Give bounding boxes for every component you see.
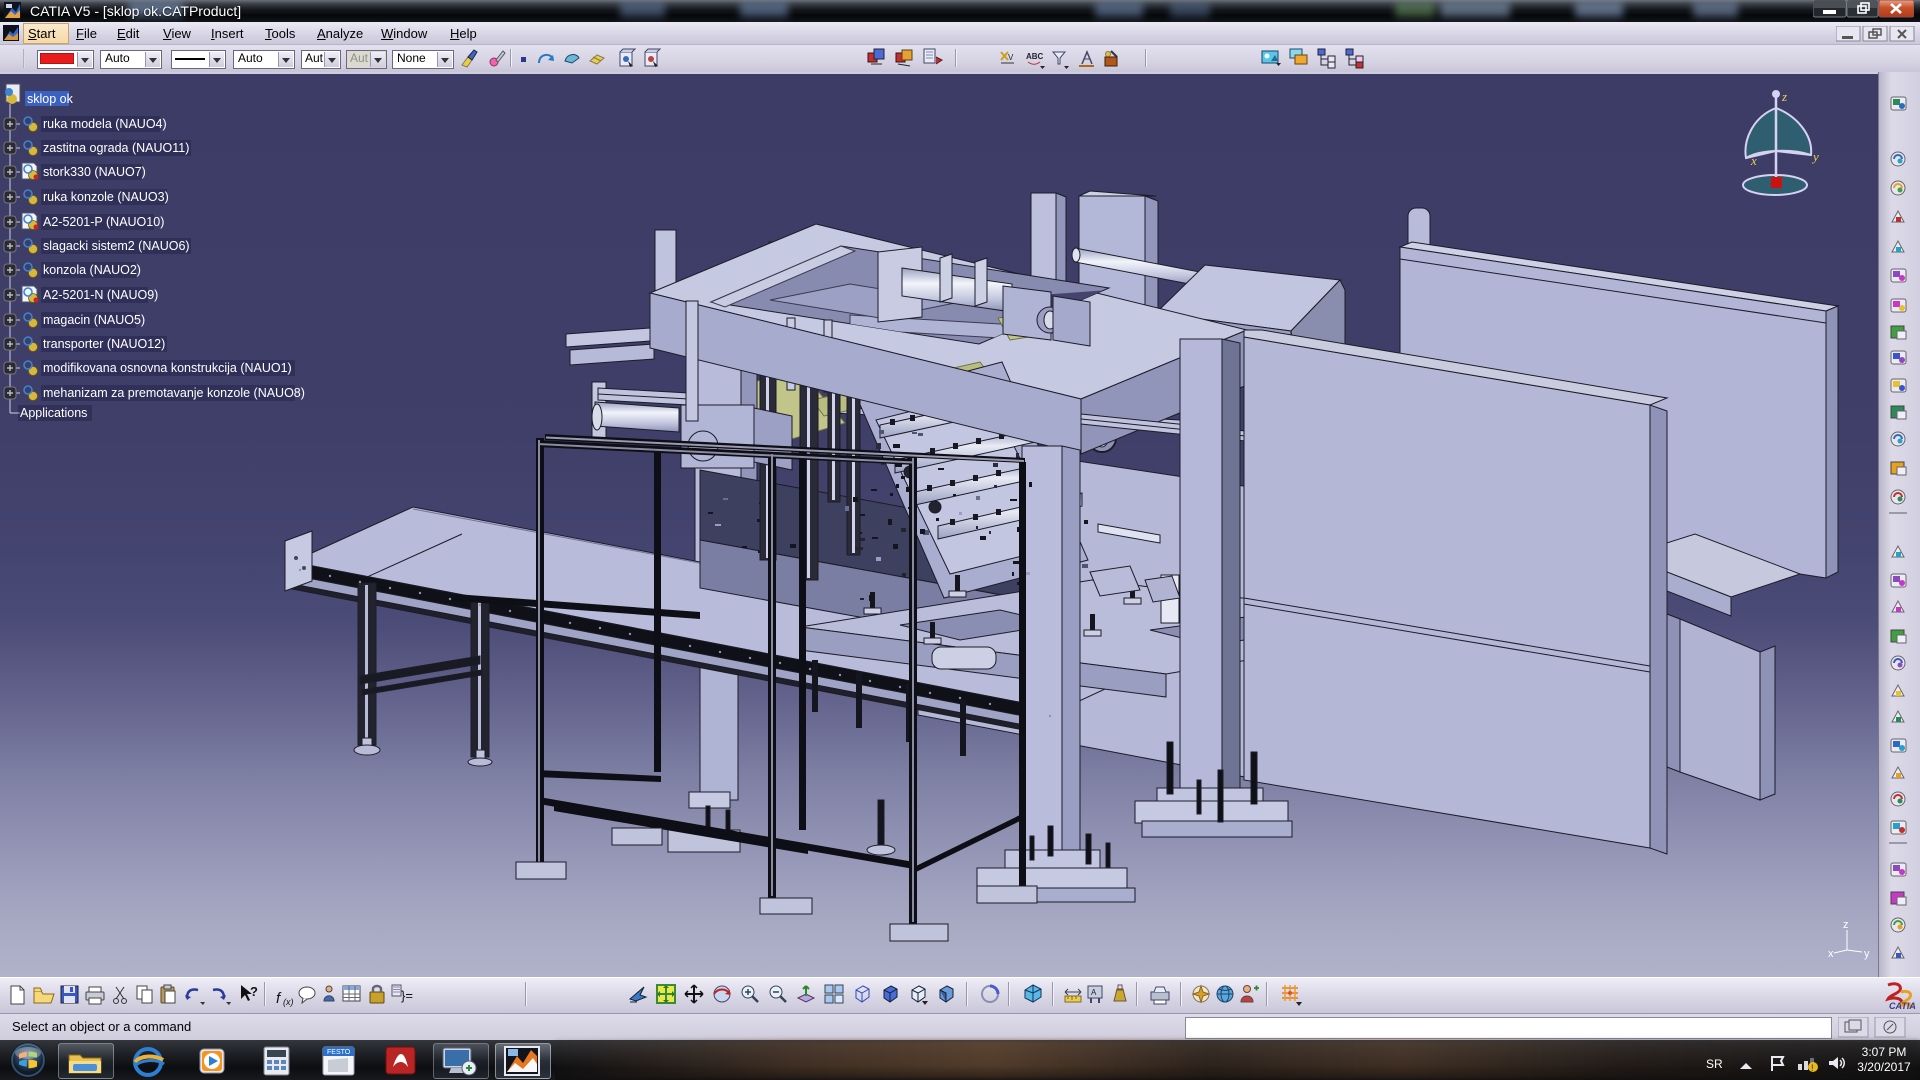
svg-text:y: y (1811, 149, 1819, 164)
svg-text:modifikovana osnovna konstrukc: modifikovana osnovna konstrukcija (NAUO1… (43, 361, 292, 375)
svg-text:transporter (NAUO12): transporter (NAUO12) (43, 337, 165, 351)
svg-text:y: y (1864, 948, 1870, 960)
svg-text:slagacki sistem2 (NAUO6): slagacki sistem2 (NAUO6) (43, 239, 190, 253)
svg-text:CATIA: CATIA (1889, 1001, 1916, 1011)
svg-text:x: x (1828, 948, 1834, 960)
svg-text:?: ? (250, 984, 258, 999)
svg-text:V: V (1008, 53, 1014, 62)
svg-text:z: z (1843, 919, 1849, 931)
svg-text:zastitna ograda (NAUO11): zastitna ograda (NAUO11) (43, 141, 189, 155)
svg-text:z: z (1781, 89, 1787, 104)
svg-text:ruka modela (NAUO4): ruka modela (NAUO4) (43, 117, 167, 131)
svg-text:konzola (NAUO2): konzola (NAUO2) (43, 263, 141, 277)
svg-text:x: x (1750, 153, 1757, 168)
svg-text:A: A (1091, 988, 1097, 997)
svg-text:stork330 (NAUO7): stork330 (NAUO7) (43, 165, 146, 179)
svg-text:ABC: ABC (1026, 52, 1044, 61)
svg-text:!: ! (1811, 1063, 1814, 1072)
svg-text:ruka konzole (NAUO3): ruka konzole (NAUO3) (43, 190, 169, 204)
svg-text:magacin (NAUO5): magacin (NAUO5) (43, 313, 145, 327)
svg-text:Applications: Applications (20, 406, 87, 420)
svg-text:A2-5201-N (NAUO9): A2-5201-N (NAUO9) (43, 288, 158, 302)
svg-text:FESTO: FESTO (327, 1049, 351, 1056)
svg-text:}=: }= (401, 988, 413, 1003)
svg-text:sklop ok: sklop ok (27, 92, 74, 106)
svg-text:f: f (276, 990, 282, 1007)
svg-text:A2-5201-P (NAUO10): A2-5201-P (NAUO10) (43, 215, 164, 229)
svg-text:mehanizam za premotavanje konz: mehanizam za premotavanje konzole (NAUO8… (43, 386, 305, 400)
svg-text:(x): (x) (283, 997, 294, 1007)
